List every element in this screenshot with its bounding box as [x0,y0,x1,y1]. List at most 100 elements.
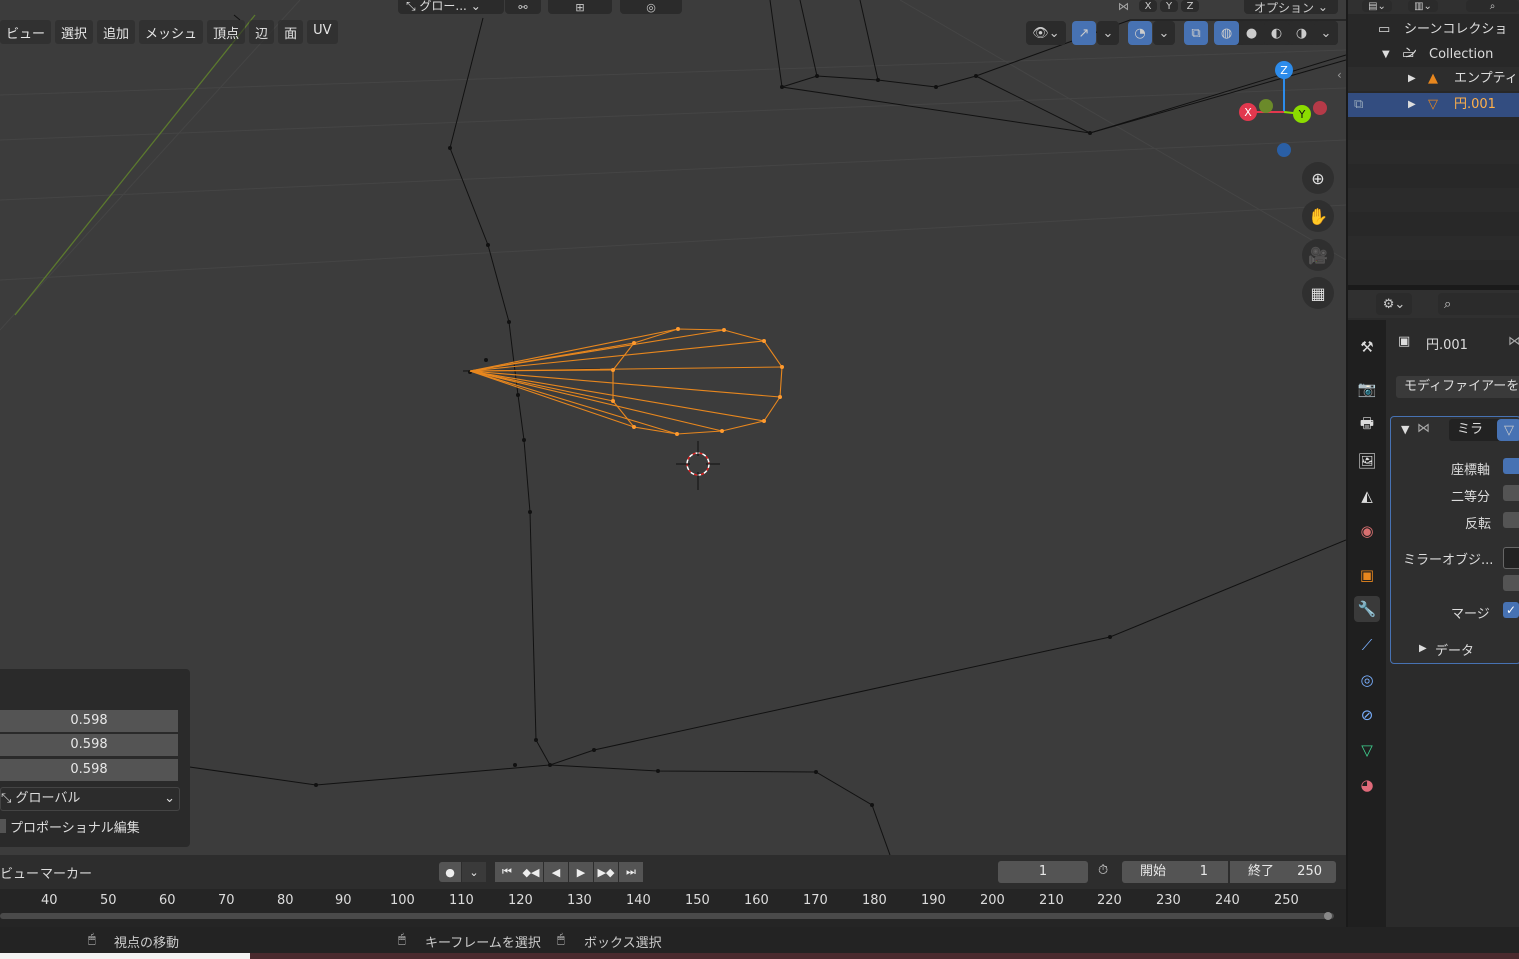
object-tab-icon[interactable]: ▣ [1354,562,1380,588]
current-frame-field[interactable]: 1 [998,861,1088,883]
stopwatch-icon[interactable]: ⏱ [1098,863,1108,878]
next-keyframe-button[interactable]: ▶◆ [594,862,618,882]
jump-start-button[interactable]: ⏮ [495,862,519,882]
shading-dropdown[interactable]: ⌄ [1314,21,1338,45]
flip-x-toggle[interactable] [1503,512,1519,528]
timeline-menu-view[interactable]: ビュー [0,863,39,882]
axis-x-toggle[interactable] [1503,458,1519,474]
menu-vertex[interactable]: 頂点 [207,20,246,44]
xray-toggle[interactable]: ⧉ [1184,21,1208,45]
data-tab-icon[interactable]: ▽ [1354,737,1380,763]
mirror-object-field[interactable] [1503,547,1519,569]
material-tab-icon[interactable]: ◕ [1354,772,1380,798]
gizmo-z-label: Z [1280,64,1288,77]
mirror-y-button[interactable]: Y [1160,0,1178,12]
menu-select[interactable]: 選択 [55,20,94,44]
expand-arrow-icon[interactable]: ▶ [1419,643,1427,654]
menu-view[interactable]: ビュー [0,20,52,44]
outliner-collection[interactable]: ▼ ▭ Collection [1348,43,1519,67]
timeline-menu-marker[interactable]: マーカー [40,863,92,882]
area-divider[interactable] [1348,285,1519,290]
add-modifier-button[interactable]: モディファイアーを [1396,376,1519,398]
scale-x-field[interactable]: 0.598 [0,710,178,732]
constraints-tab-icon[interactable]: ⊘ [1354,702,1380,728]
outliner-search[interactable]: ⌕ [1466,0,1519,12]
area-divider[interactable] [1346,0,1348,927]
play-reverse-button[interactable]: ◀ [544,862,568,882]
wireframe-shading-button[interactable]: ◍ [1214,21,1239,45]
mirror-modifier-panel: ▼ ⋈ ミラ ▽ 座標軸 二等分 反転 ミラーオブジ... マージ ✓ ▶ デー… [1390,416,1519,664]
world-tab-icon[interactable]: ◉ [1354,518,1380,544]
modifier-tab-icon[interactable]: 🔧 [1354,596,1380,622]
prev-keyframe-button[interactable]: ◆◀ [519,862,543,882]
orientation-dropdown[interactable]: ⤡ グロー... ⌄ [398,0,504,14]
display-mode-dropdown[interactable]: ▤⌄ [1362,0,1392,12]
menu-add[interactable]: 追加 [97,20,136,44]
outliner-scene-collection[interactable]: ▭ シーンコレクション [1348,18,1519,61]
filter-dropdown[interactable]: ▥⌄ [1408,0,1438,12]
ruler-tick: 60 [159,893,176,908]
bisect-x-toggle[interactable] [1503,485,1519,501]
mirror-z-button[interactable]: Z [1181,0,1199,12]
rendered-shading-button[interactable]: ◑ [1289,21,1314,45]
modifier-name-field[interactable]: ミラ [1449,419,1503,441]
zoom-button[interactable]: ⊕ [1302,162,1334,194]
pan-button[interactable]: ✋ [1302,200,1334,232]
data-subpanel[interactable]: データ [1435,640,1474,659]
proportional-checkbox[interactable]: プロポーショナル編集 [0,817,180,836]
particles-tab-icon[interactable]: ⟋ [1354,632,1380,658]
collapse-arrow-icon[interactable]: ▼ [1401,423,1409,436]
timeline-scrollbar[interactable] [0,913,1334,919]
outliner-empty[interactable]: ▶ ▲ エンプティ [1348,67,1519,91]
overlay-toggle[interactable]: ◔ [1128,21,1152,45]
gizmo-dropdown[interactable]: ⌄ [1097,21,1119,45]
visibility-dropdown[interactable]: 👁⌄ [1026,21,1066,45]
mirror-x-button[interactable]: X [1139,0,1157,12]
scale-z-field[interactable]: 0.598 [0,759,178,781]
material-shading-button[interactable]: ◐ [1264,21,1289,45]
start-frame-field[interactable]: 開始 1 [1122,861,1228,883]
ruler-tick: 230 [1156,893,1181,908]
orientation-select[interactable]: ⤡ グローバル ⌄ [0,787,180,811]
snap-toggle[interactable]: ⊞ [548,0,612,14]
proportional-toggle[interactable]: ◎ [620,0,682,14]
menu-mesh[interactable]: メッシュ [139,20,204,44]
checkbox-icon [0,819,6,833]
outliner-object[interactable]: ⧉ ▶ ▽ 円.001 [1348,93,1519,117]
keying-dropdown[interactable]: ⌄ [462,862,486,882]
solid-shading-button[interactable]: ● [1239,21,1264,45]
edit-mode-toggle[interactable]: ▽ [1497,419,1519,441]
menu-face[interactable]: 面 [278,20,304,44]
mirror-offset-toggle[interactable] [1503,575,1519,591]
play-button[interactable]: ▶ [569,862,593,882]
perspective-toggle[interactable]: ▦ [1302,277,1334,309]
properties-search[interactable]: ⌕ [1438,293,1519,315]
camera-view-button[interactable]: 🎥 [1302,239,1334,271]
ruler-tick: 40 [41,893,58,908]
scale-y-field[interactable]: 0.598 [0,734,178,756]
gizmo-toggle[interactable]: ↗ [1072,21,1096,45]
menu-uv[interactable]: UV [307,20,338,44]
view-layer-tab-icon[interactable]: 🖼 [1354,448,1380,474]
scrollbar-handle[interactable] [1324,912,1332,920]
editor-type-dropdown[interactable]: ⚙⌄ [1376,293,1412,315]
ruler-tick: 200 [980,893,1005,908]
output-tab-icon[interactable]: 🖶 [1354,412,1380,438]
frame-ruler[interactable]: 40 50 60 70 80 90 100 110 120 130 140 15… [0,889,1346,915]
keying-button[interactable]: ● [439,862,461,882]
menu-edge[interactable]: 辺 [249,20,275,44]
tool-tab-icon[interactable]: ⚒ [1354,334,1380,360]
object-name: 円.001 [1426,338,1468,353]
overlay-dropdown[interactable]: ⌄ [1153,21,1175,45]
merge-checkbox[interactable]: ✓ [1503,602,1519,618]
end-frame-field[interactable]: 終了 250 [1230,861,1336,883]
sidebar-toggle-icon[interactable]: ‹ [1337,68,1342,82]
jump-end-button[interactable]: ⏭ [619,862,643,882]
physics-tab-icon[interactable]: ◎ [1354,667,1380,693]
scene-tab-icon[interactable]: ◭ [1354,483,1380,509]
pivot-dropdown[interactable]: ⚯ [505,0,541,14]
render-tab-icon[interactable]: 📷 [1354,376,1380,402]
navigation-gizmo[interactable]: Z X Y [1232,58,1336,162]
3d-viewport[interactable]: ⤡ グロー... ⌄ ⚯ ⊞ ◎ ⋈ X Y Z オプション ⌄ ビュー 選択 … [0,0,1346,855]
options-dropdown[interactable]: オプション ⌄ [1244,0,1338,15]
